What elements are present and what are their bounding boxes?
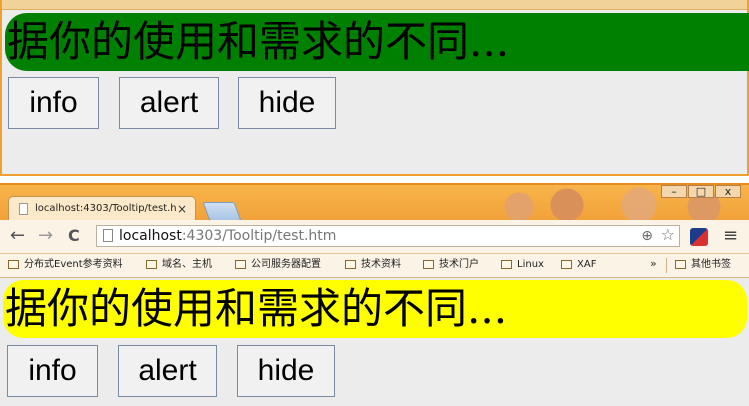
bookmark-item[interactable]: 分布式Event参考资料	[8, 258, 123, 272]
folder-icon	[561, 260, 572, 269]
browser-window-bottom: localhost:4303/Tooltip/test.h × – □ x ← → …	[0, 183, 749, 406]
forward-icon[interactable]: →	[38, 226, 53, 246]
bookmarks-divider	[666, 258, 667, 273]
bookmark-item[interactable]: 域名、主机	[146, 258, 212, 272]
info-button[interactable]: info	[7, 345, 98, 397]
reload-icon[interactable]: C	[68, 226, 80, 246]
folder-icon	[675, 260, 686, 269]
bookmarks-bar: 分布式Event参考资料 域名、主机 公司服务器配置 技术资料 技术门户 Lin…	[0, 254, 749, 278]
window-controls: – □ x	[660, 185, 741, 198]
close-icon[interactable]: ×	[177, 197, 187, 221]
other-bookmarks[interactable]: 其他书签	[675, 258, 731, 272]
page-info-icon	[103, 229, 113, 242]
tooltip-banner: 据你的使用和需求的不同...	[5, 13, 749, 71]
folder-icon	[235, 260, 246, 269]
bookmark-item[interactable]: XAF	[561, 258, 596, 272]
extension-icon[interactable]	[690, 228, 708, 246]
hide-button[interactable]: hide	[237, 345, 335, 397]
minimize-button[interactable]: –	[661, 185, 687, 198]
address-bar[interactable]: localhost:4303/Tooltip/test.htm ⊕ ☆	[96, 225, 680, 247]
zoom-icon[interactable]: ⊕	[641, 226, 653, 246]
folder-icon	[8, 260, 19, 269]
browser-window-top: 据你的使用和需求的不同... info alert hide	[0, 0, 749, 176]
folder-icon	[501, 260, 512, 269]
star-icon[interactable]: ☆	[661, 225, 675, 245]
page-icon	[19, 203, 28, 215]
page-content: 据你的使用和需求的不同... info alert hide	[0, 278, 749, 406]
tab-strip: localhost:4303/Tooltip/test.h × – □ x	[0, 183, 749, 222]
bookmarks-more-icon[interactable]: »	[650, 257, 657, 270]
tooltip-banner: 据你的使用和需求的不同...	[3, 280, 747, 338]
folder-icon	[345, 260, 356, 269]
folder-icon	[146, 260, 157, 269]
hide-button[interactable]: hide	[238, 77, 336, 129]
address-path: :4303/Tooltip/test.htm	[181, 228, 337, 244]
tab-title: localhost:4303/Tooltip/test.h	[35, 203, 177, 214]
folder-icon	[423, 260, 434, 269]
address-host: localhost	[119, 228, 182, 244]
maximize-button[interactable]: □	[688, 185, 714, 198]
bookmark-item[interactable]: Linux	[501, 258, 544, 272]
bookmark-item[interactable]: 技术资料	[345, 258, 401, 272]
back-icon[interactable]: ←	[10, 226, 25, 246]
new-tab-button[interactable]	[202, 202, 242, 221]
menu-icon[interactable]: ≡	[723, 225, 738, 246]
alert-button[interactable]: alert	[118, 345, 217, 397]
toolbar: ← → C localhost:4303/Tooltip/test.htm ⊕ …	[0, 220, 749, 254]
bookmark-item[interactable]: 技术门户	[423, 258, 479, 272]
bookmarks-bar-cut	[2, 0, 747, 10]
bookmark-item[interactable]: 公司服务器配置	[235, 258, 321, 272]
info-button[interactable]: info	[8, 77, 99, 129]
alert-button[interactable]: alert	[119, 77, 219, 129]
tab-test[interactable]: localhost:4303/Tooltip/test.h ×	[8, 196, 196, 222]
close-window-button[interactable]: x	[715, 185, 741, 198]
